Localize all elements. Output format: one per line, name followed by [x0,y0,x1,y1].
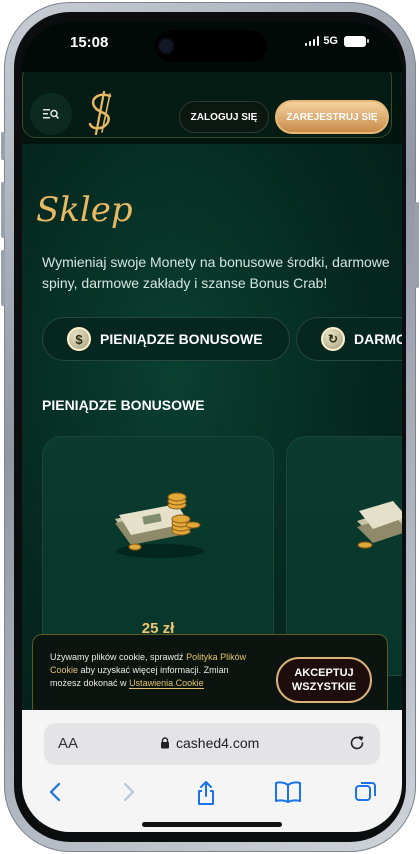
battery-icon [344,35,369,47]
forward-icon[interactable] [118,780,138,804]
brand-logo[interactable] [82,90,122,136]
category-label: PIENIĄDZE BONUSOWE [100,331,263,347]
cookie-settings-link[interactable]: Ustawienia Cookie [129,678,204,689]
section-title: PIENIĄDZE BONUSOWE [42,397,205,413]
browser-toolbar [22,778,402,812]
screen: 15:08 5G ZALOGUJ SIĘ ZAREJESTRUJ SIĘ Skl… [22,22,402,832]
reload-icon[interactable] [348,734,366,752]
web-content: ZALOGUJ SIĘ ZAREJESTRUJ SIĘ Sklep Wymien… [22,72,402,732]
login-button[interactable]: ZALOGUJ SIĘ [179,101,269,133]
reader-aa-button[interactable]: AA [58,735,78,752]
bookmarks-icon[interactable] [274,780,302,804]
page-description: Wymieniaj swoje Monety na bonusowe środk… [42,254,390,291]
category-tab-free[interactable]: ↻ DARMO [296,317,402,361]
volume-up-button [1,182,5,238]
register-button[interactable]: ZAREJESTRUJ SIĘ [275,100,389,134]
menu-search-button[interactable] [30,93,72,135]
power-button [415,202,419,288]
address-bar[interactable]: AA cashed4.com [44,723,380,765]
money-stack-icon [115,492,204,558]
accept-label-line1: AKCEPTUJ [294,667,354,679]
back-icon[interactable] [46,780,66,804]
cookie-message: Używamy plików cookie, sprawdź Polityka … [50,651,250,690]
accept-all-button[interactable]: AKCEPTUJ WSZYSTKIE [276,657,372,703]
menu-search-icon [43,109,59,120]
dynamic-island [155,30,267,62]
category-tab-bonus-money[interactable]: $ PIENIĄDZE BONUSOWE [42,317,290,361]
cookie-text-1: Używamy plików cookie, sprawdź [50,652,184,662]
money-stack-icon [357,501,402,549]
url-display[interactable]: cashed4.com [160,735,259,751]
url-text: cashed4.com [176,735,260,751]
share-icon[interactable] [194,780,218,806]
network-label: 5G [323,35,338,47]
action-button [1,132,5,160]
home-indicator [142,822,282,827]
dollar-coin-icon: $ [67,327,91,351]
signal-icon [304,36,320,46]
volume-down-button [1,250,5,306]
site-header: ZALOGUJ SIĘ ZAREJESTRUJ SIĘ [22,72,402,144]
status-bar: 15:08 5G [22,22,402,72]
status-indicators: 5G [304,35,369,47]
accept-label-line2: WSZYSTKIE [291,681,357,693]
tabs-icon[interactable] [354,780,378,804]
browser-chrome: AA cashed4.com [22,710,402,832]
camera-icon [159,39,173,53]
page-title: Sklep [36,190,133,230]
status-time: 15:08 [70,34,109,51]
category-label: DARMO [354,331,402,347]
refresh-coin-icon: ↻ [321,327,345,351]
lock-icon [161,737,169,749]
